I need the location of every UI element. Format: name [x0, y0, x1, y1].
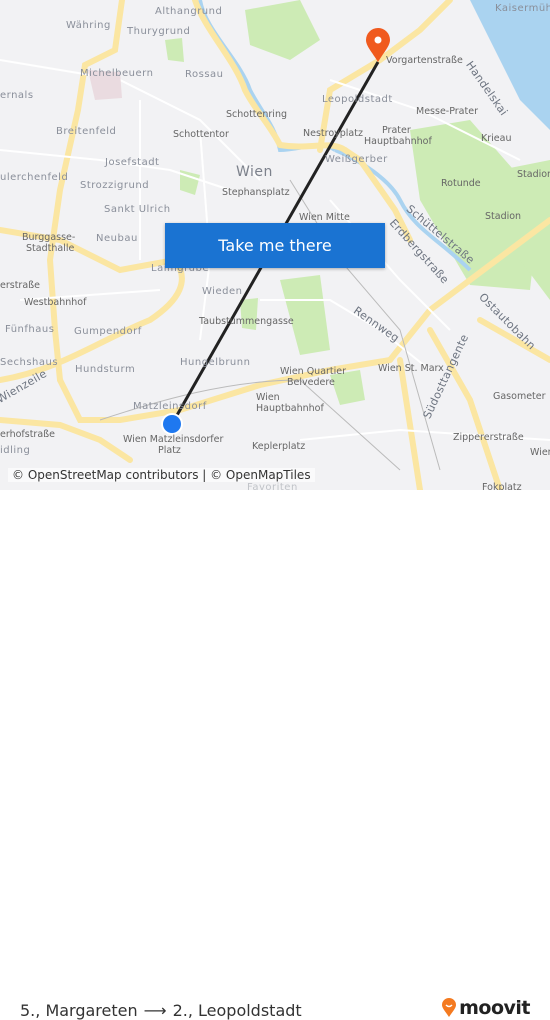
map-label: Hauptbahnhof: [364, 136, 432, 147]
map-label: Sechshaus: [0, 357, 59, 368]
origin-name: 5., Margareten: [20, 1001, 138, 1020]
map-label: ernals: [0, 90, 34, 101]
map-label: Messe-Prater: [416, 106, 478, 117]
map-label: Schottentor: [173, 129, 229, 140]
map-label: Favoriten: [247, 482, 298, 490]
map-label: erstraße: [0, 280, 40, 291]
parks: [165, 0, 550, 405]
map-label: Wien: [256, 392, 280, 403]
map-label: Fokplatz: [482, 482, 522, 490]
map-label: Keplerplatz: [252, 441, 306, 452]
map-label: Althangrund: [155, 6, 223, 17]
map[interactable]: Währing Althangrund Thurygrund Michelbeu…: [0, 0, 550, 490]
map-label: Stadion: [485, 211, 522, 222]
map-label: Wien St. Marx: [378, 363, 444, 374]
moovit-wordmark: moovit: [459, 997, 530, 1019]
map-label: Leopoldstadt: [322, 94, 393, 105]
map-label: Nestroyplatz: [303, 128, 363, 139]
map-label: Vorgartenstraße: [386, 55, 463, 66]
map-label: Gumpendorf: [74, 326, 142, 337]
map-label: Zippererstraße: [453, 432, 524, 443]
origin-marker: [163, 415, 181, 433]
map-label: Platz: [158, 445, 181, 456]
map-label: Thurygrund: [127, 26, 191, 37]
route-summary: 5., Margareten ⟶ 2., Leopoldstadt: [20, 1001, 302, 1020]
map-label: Hauptbahnhof: [256, 403, 324, 414]
map-label: Stephansplatz: [222, 187, 290, 198]
map-label: Rossau: [185, 69, 224, 80]
map-label: Krieau: [481, 133, 512, 144]
map-label: Neubau: [96, 233, 138, 244]
map-label: ulerchenfeld: [0, 172, 69, 183]
map-label: idling: [0, 445, 31, 456]
map-label: Kaisermühlen: [495, 3, 550, 14]
map-label: Taubstummengasse: [199, 316, 294, 327]
map-label: Strozzigrund: [80, 180, 150, 191]
map-label: Schottenring: [226, 109, 287, 120]
map-label: Prater: [382, 125, 411, 136]
map-attribution[interactable]: © OpenStreetMap contributors | © OpenMap…: [8, 468, 315, 482]
map-label: Stadion: [517, 169, 550, 180]
map-label: Wien Mitte: [299, 212, 350, 223]
map-label: Josefstadt: [105, 157, 160, 168]
destination-name: 2., Leopoldstadt: [172, 1001, 302, 1020]
map-label: Rotunde: [441, 178, 481, 189]
map-label: Breitenfeld: [56, 126, 117, 137]
map-label: Michelbeuern: [80, 68, 154, 79]
map-label: Belvedere: [287, 377, 335, 388]
map-label: Wien: [530, 447, 550, 458]
moovit-logo[interactable]: moovit: [441, 997, 530, 1019]
map-label: Hungelbrunn: [180, 357, 251, 368]
map-label: Währing: [66, 20, 111, 31]
moovit-pin-icon: [442, 998, 457, 1017]
map-label: Wien: [236, 164, 273, 180]
footer: 5., Margareten ⟶ 2., Leopoldstadt moovit: [0, 490, 550, 1020]
map-label: Hundsturm: [75, 364, 136, 375]
map-label: Stadthalle: [26, 243, 75, 254]
map-label: Sankt Ulrich: [104, 204, 171, 215]
map-label: Burggasse-: [22, 232, 76, 243]
map-label: Westbahnhof: [24, 297, 87, 308]
map-label: erhofstraße: [0, 429, 55, 440]
arrow-right-icon: ⟶: [143, 1001, 167, 1020]
map-label: Wien Matzleinsdorfer: [123, 434, 224, 445]
map-label: Weißgerber: [325, 154, 388, 165]
map-label: Gasometer: [493, 391, 546, 402]
map-label: Wien Quartier: [280, 366, 347, 377]
map-label: Wieden: [202, 286, 243, 297]
map-label: Matzleinsdorf: [133, 401, 207, 412]
take-me-there-button[interactable]: Take me there: [165, 223, 385, 268]
map-label: Fünfhaus: [5, 324, 55, 335]
